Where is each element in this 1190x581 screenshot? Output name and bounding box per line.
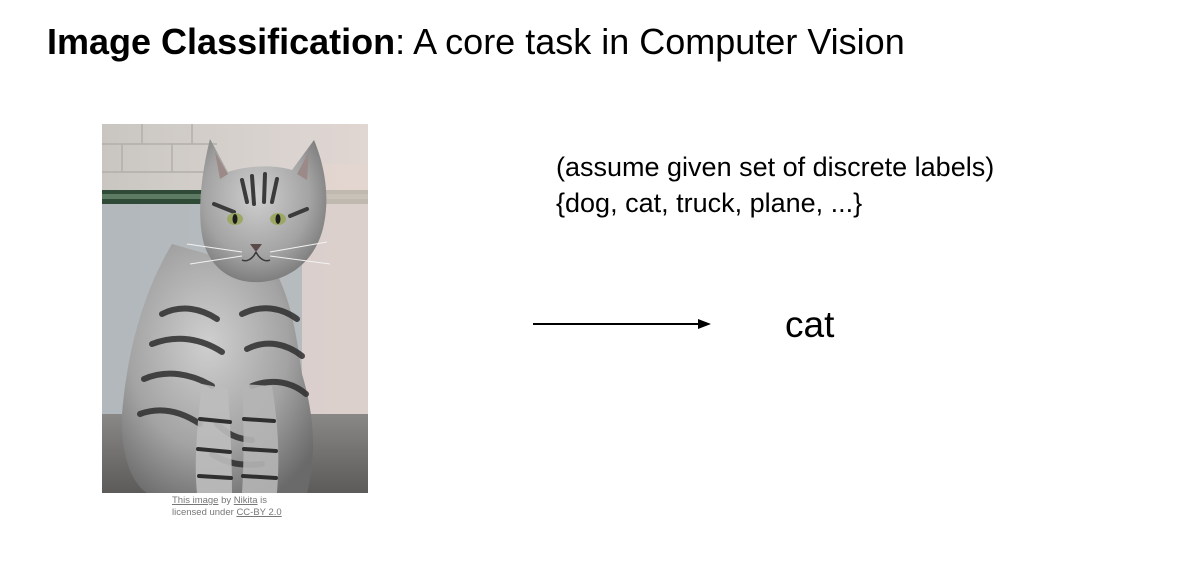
credit-is: is (257, 495, 268, 506)
right-arrow-icon (533, 315, 713, 338)
license-link[interactable]: CC-BY 2.0 (236, 507, 281, 518)
label-set-line-2: {dog, cat, truck, plane, ...} (556, 188, 863, 218)
author-link[interactable]: Nikita (234, 495, 258, 506)
label-set-line-1: (assume given set of discrete labels) (556, 152, 995, 182)
label-set-text: (assume given set of discrete labels) {d… (556, 149, 994, 221)
title-bold: Image Classification (47, 21, 396, 62)
title-rest: : A core task in Computer Vision (395, 21, 905, 62)
credit-licensed: licensed under (172, 507, 237, 518)
slide-title: Image Classification: A core task in Com… (47, 20, 905, 64)
credit-by: by (218, 495, 234, 506)
cat-photo (102, 124, 368, 493)
image-credit: This image by Nikita is licensed under C… (172, 495, 282, 519)
image-source-link[interactable]: This image (172, 495, 218, 506)
predicted-label: cat (785, 304, 835, 345)
